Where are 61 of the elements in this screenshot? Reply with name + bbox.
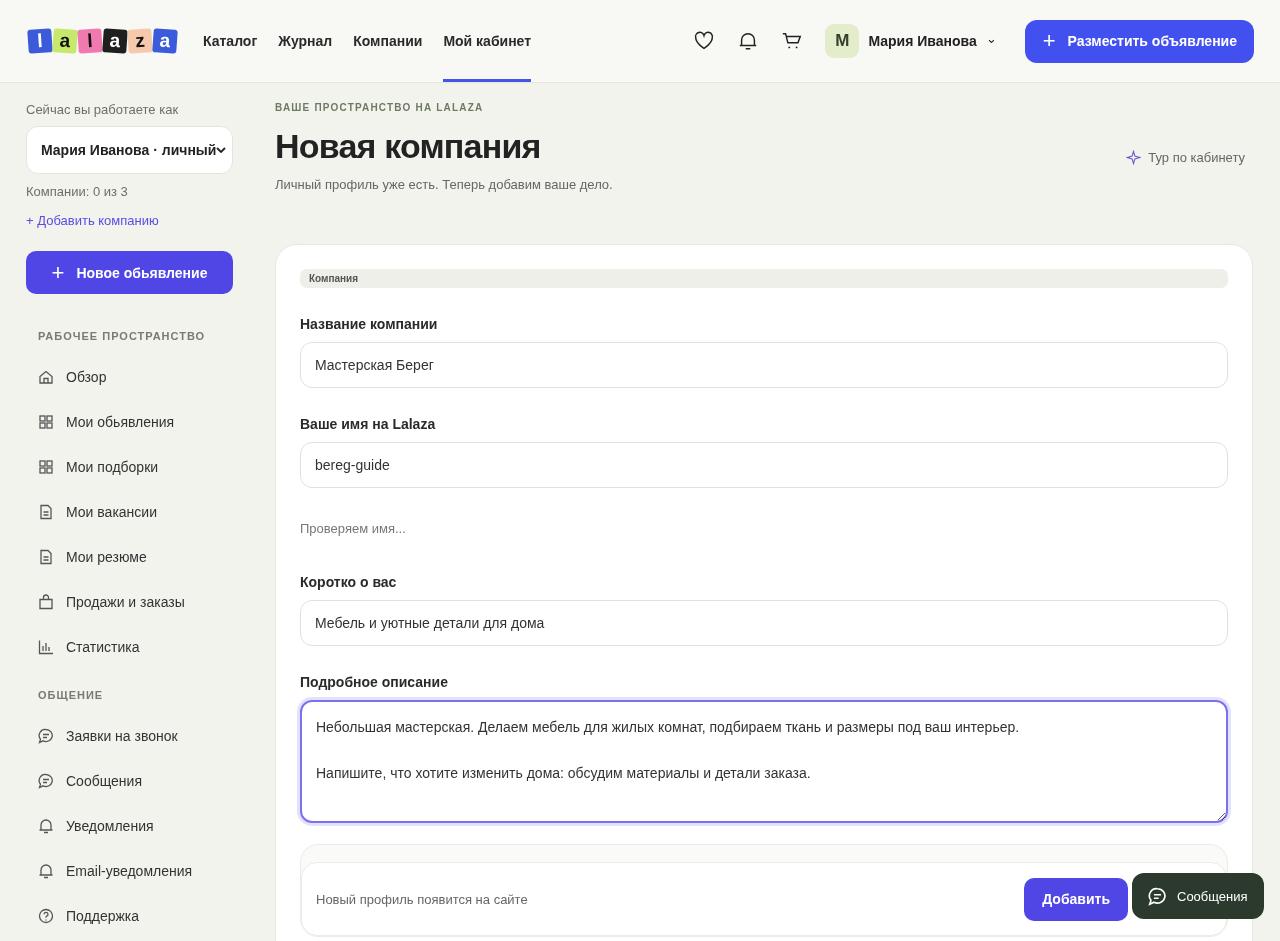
sidebar-item[interactable]: Мои вакансии <box>26 489 157 534</box>
add-button[interactable]: Добавить <box>1024 877 1128 921</box>
field-label: Подробное описание <box>300 674 448 690</box>
chat-icon[interactable] <box>1148 886 1167 906</box>
field-label: Название компании <box>300 316 438 332</box>
grid-icon <box>38 413 54 430</box>
page-subtitle: Личный профиль уже есть. Теперь добавим ваше дело. <box>275 177 613 192</box>
document-icon <box>38 503 54 520</box>
text-field[interactable]: Мастерская Берег <box>300 342 1228 388</box>
heart-icon[interactable] <box>693 30 716 52</box>
section-label: Компания <box>300 269 1228 288</box>
sidebar-item[interactable]: Продажи и заказы <box>26 579 185 624</box>
sidebar-item[interactable]: Обзор <box>26 354 107 399</box>
bell-icon <box>38 817 54 834</box>
field-hint: Проверяем имя... <box>300 521 406 536</box>
eyebrow-text: ВАШЕ ПРОСТРАНСТВО НА LALAZA <box>275 102 484 113</box>
messages-chip[interactable]: Сообщения <box>1132 873 1264 919</box>
logo[interactable]: l a l a z a <box>28 29 177 53</box>
field-label: Ваше имя на Lalaza <box>300 416 436 432</box>
text-field[interactable]: bereg-guide <box>300 442 1228 488</box>
account-select[interactable]: Мария Иванова · личный <box>26 126 233 174</box>
grid-icon <box>38 458 54 475</box>
nav-link[interactable]: Каталог <box>203 0 258 82</box>
section-heading: РАБОЧЕЕ ПРОСТРАНСТВО <box>38 330 206 342</box>
section-heading: ОБЩЕНИЕ <box>38 689 104 701</box>
nav-link[interactable]: Компании <box>353 0 423 82</box>
sidebar-item[interactable]: Заявки на звонок <box>26 713 178 758</box>
bar-chart-icon <box>38 638 54 655</box>
sidebar-item[interactable]: Email-уведомления <box>26 848 193 893</box>
user-name[interactable]: Мария Иванова <box>868 33 977 49</box>
chat-icon <box>38 727 54 744</box>
new-listing-button[interactable]: + Новое обьявление <box>26 251 233 294</box>
text-field[interactable]: Мебель и уютные детали для дома <box>300 600 1228 646</box>
sparkle-icon[interactable] <box>1126 150 1142 165</box>
help-icon <box>38 907 54 924</box>
tour-link[interactable]: Тур по кабинету <box>1126 150 1245 165</box>
page-title: Новая компания <box>275 126 541 166</box>
sidebar-item[interactable]: Сообщения <box>26 758 142 803</box>
document-icon <box>38 548 54 565</box>
chevron-down-icon[interactable] <box>216 147 227 153</box>
bag-icon <box>38 593 54 610</box>
nav-link[interactable]: Мой кабинет <box>443 0 532 82</box>
description-field[interactable]: Небольшая мастерская. Делаем мебель для жилых комнат, подбираем ткань и размеры под ваш интерьер. Напишите, что хотите изменить дома: обсудим материалы и детали заказа. <box>300 700 1228 823</box>
footer-note: Новый профиль появится на сайте <box>316 891 528 907</box>
caret-icon[interactable]: ⌄ <box>985 30 997 46</box>
sidebar-item[interactable]: Поддержка <box>26 893 140 938</box>
sidebar-item[interactable]: Мои подборки <box>26 444 159 489</box>
field-label: Коротко о вас <box>300 574 397 590</box>
sidebar-item[interactable]: Мои резюме <box>26 534 147 579</box>
companies-count: Компании: 0 из 3 <box>26 184 128 199</box>
sidebar-item[interactable]: Статистика <box>26 624 140 669</box>
home-icon <box>38 368 54 385</box>
nav-link[interactable]: Журнал <box>278 0 333 82</box>
bell-icon <box>38 862 54 879</box>
user-avatar[interactable]: М <box>825 24 860 58</box>
sidebar-item[interactable]: Мои обьявления <box>26 399 175 444</box>
sidebar-item[interactable]: Уведомления <box>26 803 154 848</box>
working-as-label: Сейчас вы работаете как <box>26 102 179 117</box>
chat-icon <box>38 772 54 789</box>
post-listing-button[interactable]: + Разместить объявление <box>1024 19 1254 63</box>
add-company-link[interactable]: + Добавить компанию <box>26 213 159 228</box>
